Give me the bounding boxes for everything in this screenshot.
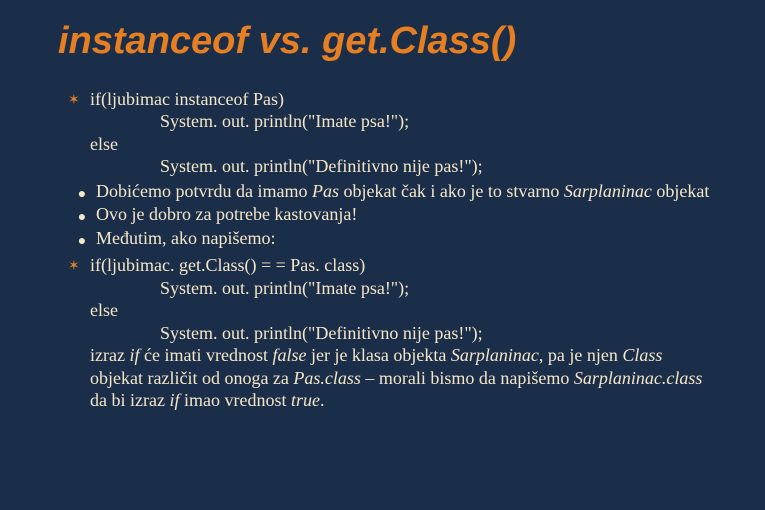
code-line: if(ljubimac. get.Class() = = Pas. class) [90, 254, 715, 277]
text: objekat čak i ako je to stvarno [339, 181, 564, 201]
text: . [320, 390, 325, 410]
text: izraz [90, 345, 129, 365]
italic-text: Sarplaninac [564, 181, 652, 201]
text: imao vrednost [179, 390, 290, 410]
italic-text: Sarplaninac.class [574, 368, 703, 388]
text: Međutim, ako napišemo: [96, 227, 715, 250]
code-line: System. out. println("Imate psa!"); [90, 277, 715, 300]
italic-text: if [129, 345, 139, 365]
italic-text: Pas [312, 181, 339, 201]
bullet-dot-icon: ● [68, 203, 96, 227]
code-line: System. out. println("Definitivno nije p… [90, 322, 715, 345]
text: – morali bismo da napišemo [361, 368, 574, 388]
italic-text: Sarplaninac [451, 345, 539, 365]
slide-content: ✶ if(ljubimac instanceof Pas) System. ou… [50, 88, 715, 412]
bullet-dot-icon: ● [68, 227, 96, 251]
text: objekat [652, 181, 709, 201]
text: da bi izraz [90, 390, 169, 410]
text: Dobićemo potvrdu da imamo [96, 181, 312, 201]
code-block-2: ✶ if(ljubimac. get.Class() = = Pas. clas… [68, 254, 715, 412]
text: će imati vrednost [139, 345, 272, 365]
slide-title: instanceof vs. get.Class() [58, 18, 715, 66]
bullet-3: ● Međutim, ako napišemo: [68, 227, 715, 251]
code-line: else [90, 133, 715, 156]
bullet-1: ● Dobićemo potvrdu da imamo Pas objekat … [68, 180, 715, 204]
code-block-1: ✶ if(ljubimac instanceof Pas) System. ou… [68, 88, 715, 178]
italic-text: if [169, 390, 179, 410]
italic-text: true [291, 390, 320, 410]
star-icon: ✶ [68, 88, 90, 110]
code-line: if(ljubimac instanceof Pas) [90, 88, 715, 111]
text: , pa je njen [539, 345, 622, 365]
star-icon: ✶ [68, 254, 90, 276]
code-line: System. out. println("Definitivno nije p… [90, 155, 715, 178]
italic-text: Pas.class [293, 368, 361, 388]
bullet-dot-icon: ● [68, 180, 96, 204]
code-line: System. out. println("Imate psa!"); [90, 110, 715, 133]
italic-text: false [272, 345, 306, 365]
text: jer je klasa objekta [306, 345, 450, 365]
text: Ovo je dobro za potrebe kastovanja! [96, 203, 715, 226]
paragraph: izraz if će imati vrednost false jer je … [90, 344, 715, 412]
italic-text: Class [622, 345, 662, 365]
code-line: else [90, 299, 715, 322]
text: objekat različit od onoga za [90, 368, 293, 388]
bullet-2: ● Ovo je dobro za potrebe kastovanja! [68, 203, 715, 227]
